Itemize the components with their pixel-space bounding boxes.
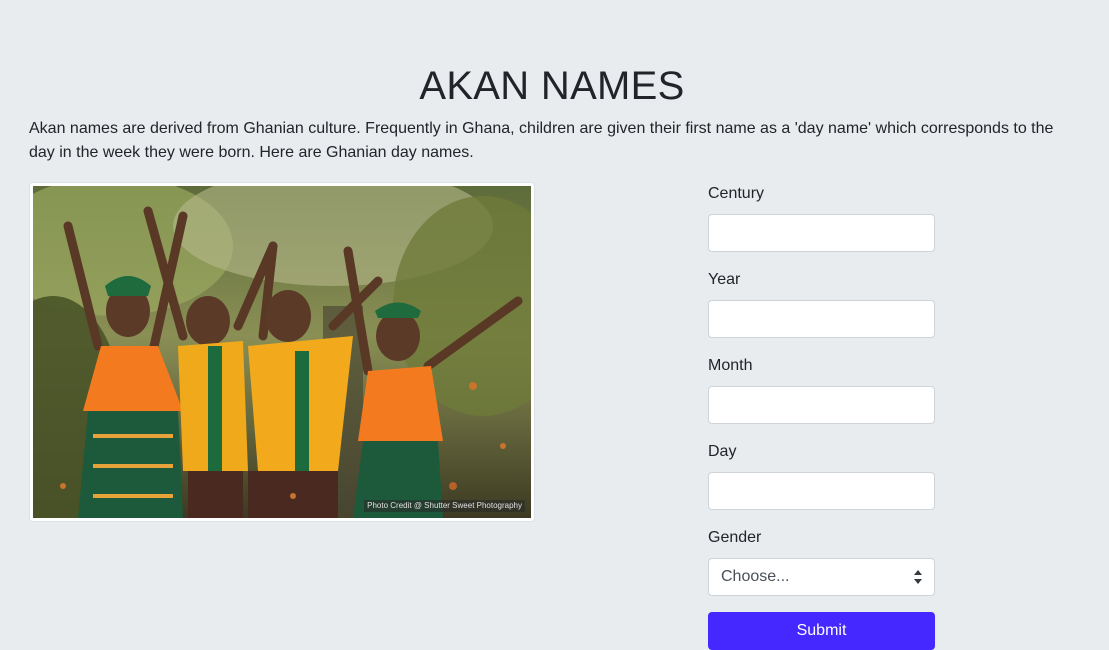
month-label: Month [708,357,753,374]
month-group: Month [708,354,935,424]
gender-select[interactable]: Choose... [708,558,935,596]
gender-selected-value: Choose... [721,568,790,585]
month-input[interactable] [708,386,935,424]
birth-date-form: Century Year Month Day Gender Choose... … [708,182,935,650]
century-input[interactable] [708,214,935,252]
submit-button[interactable]: Submit [708,612,935,650]
century-label: Century [708,185,765,202]
year-input[interactable] [708,300,935,338]
children-photo: Photo Credit @ Shutter Sweet Photography [33,186,531,518]
photo-credit: Photo Credit @ Shutter Sweet Photography [364,500,525,512]
page-title: AKAN NAMES [419,64,685,108]
year-label: Year [708,271,741,288]
intro-text: Akan names are derived from Ghanian cult… [29,120,1054,161]
day-input[interactable] [708,472,935,510]
century-group: Century [708,182,935,252]
day-group: Day [708,440,935,510]
photo-card: Photo Credit @ Shutter Sweet Photography [29,182,535,522]
up-down-chevron-icon [914,570,922,584]
year-group: Year [708,268,935,338]
day-label: Day [708,443,737,460]
gender-group: Gender Choose... [708,526,935,596]
gender-label: Gender [708,529,762,546]
